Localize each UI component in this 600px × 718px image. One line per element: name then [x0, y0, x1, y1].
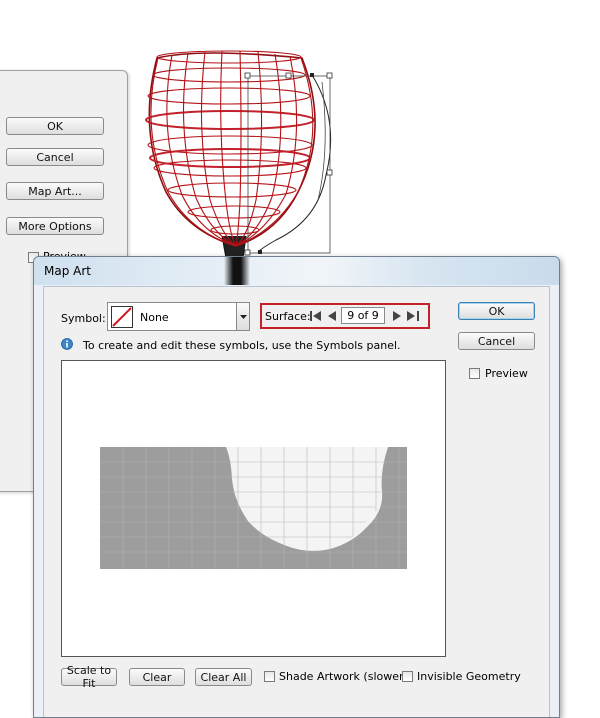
dialog-body: Symbol: None Surface: 9 of 9 To create a…	[43, 286, 550, 717]
symbol-label: Symbol:	[61, 312, 106, 325]
clear-all-button[interactable]: Clear All	[195, 668, 252, 686]
shade-artwork-checkbox[interactable]	[264, 671, 275, 682]
symbol-dropdown[interactable]: None	[107, 302, 250, 331]
map-art-canvas[interactable]	[61, 360, 446, 657]
info-text: To create and edit these symbols, use th…	[83, 339, 401, 352]
none-symbol-swatch-icon	[111, 306, 133, 328]
back-more-options-button[interactable]: More Options	[6, 217, 104, 235]
symbol-value: None	[140, 311, 169, 324]
ok-button[interactable]: OK	[458, 302, 535, 320]
preview-label: Preview	[485, 367, 528, 380]
surface-value: 9 of 9	[347, 309, 379, 322]
back-map-art-button[interactable]: Map Art...	[6, 182, 104, 200]
title-bar[interactable]: Map Art	[34, 257, 559, 285]
invisible-geometry-label: Invisible Geometry	[417, 670, 521, 683]
scale-to-fit-button[interactable]: Scale to Fit	[61, 664, 117, 690]
chevron-down-icon	[239, 314, 247, 319]
preview-checkbox[interactable]	[469, 368, 480, 379]
surface-value-field[interactable]: 9 of 9	[341, 307, 385, 324]
info-icon	[61, 338, 73, 350]
symbol-dropdown-arrow[interactable]	[236, 302, 250, 331]
invisible-geometry-checkbox[interactable]	[402, 671, 413, 682]
map-art-dialog: Map Art Symbol: None Surface: 9 of 9 To …	[33, 256, 560, 718]
back-ok-button[interactable]: OK	[6, 117, 104, 135]
shade-artwork-label: Shade Artwork (slower)	[279, 670, 408, 683]
first-surface-icon[interactable]	[310, 311, 322, 321]
last-surface-icon[interactable]	[407, 311, 419, 321]
surface-map-preview	[100, 447, 407, 569]
back-cancel-button[interactable]: Cancel	[6, 148, 104, 166]
clear-button[interactable]: Clear	[129, 668, 185, 686]
surface-label: Surface:	[265, 310, 311, 323]
cancel-button[interactable]: Cancel	[458, 332, 535, 350]
next-surface-icon[interactable]	[393, 311, 402, 321]
dialog-title: Map Art	[44, 264, 91, 278]
previous-surface-icon[interactable]	[327, 311, 336, 321]
